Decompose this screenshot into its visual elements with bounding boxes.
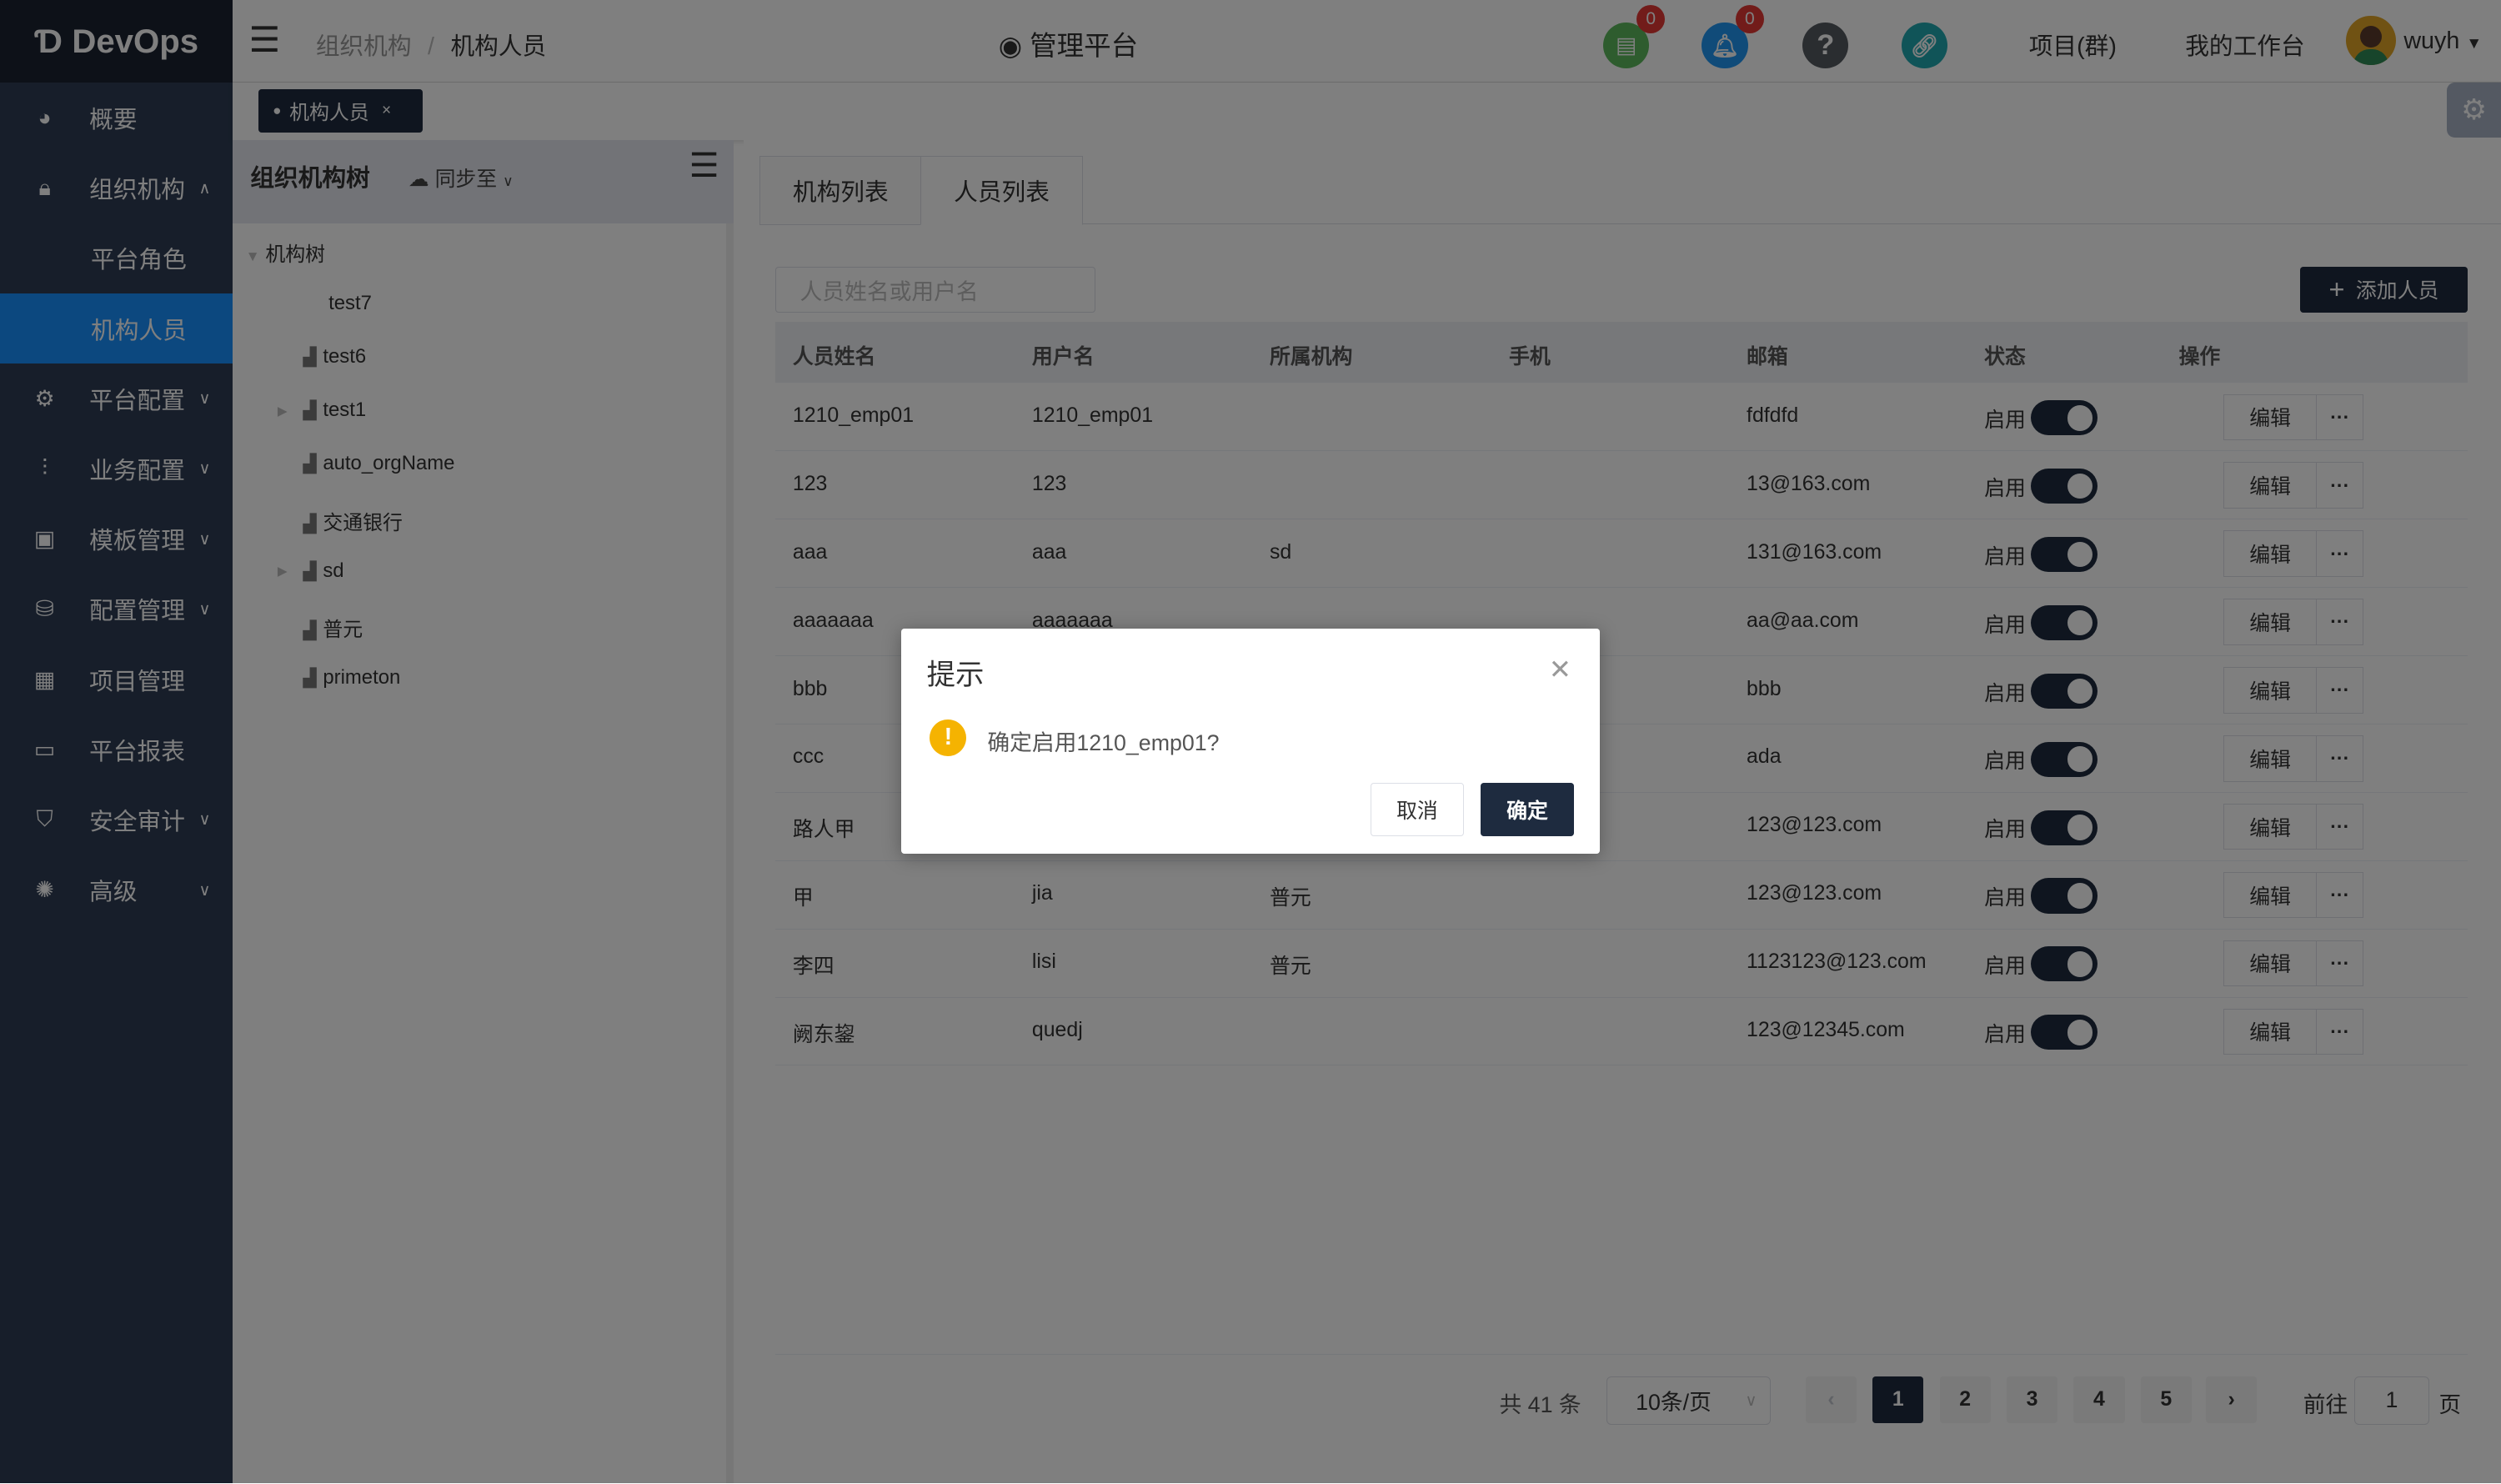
confirm-button[interactable]: 确定: [1480, 783, 1575, 836]
dialog-title: 提示: [926, 659, 985, 691]
app-root: ƊDevOps ◕概要🔒︎组织机构∧平台角色机构人员⚙平台配置∨⫶业务配置∨▣模…: [0, 0, 2501, 1484]
confirm-dialog: 提示 ✕ ! 确定启用1210_emp01? 取消 确定: [901, 628, 1601, 854]
close-icon[interactable]: ✕: [1549, 654, 1571, 685]
warning-icon: !: [930, 719, 967, 756]
cancel-button[interactable]: 取消: [1370, 783, 1465, 836]
dialog-message: 确定启用1210_emp01?: [987, 729, 1220, 755]
